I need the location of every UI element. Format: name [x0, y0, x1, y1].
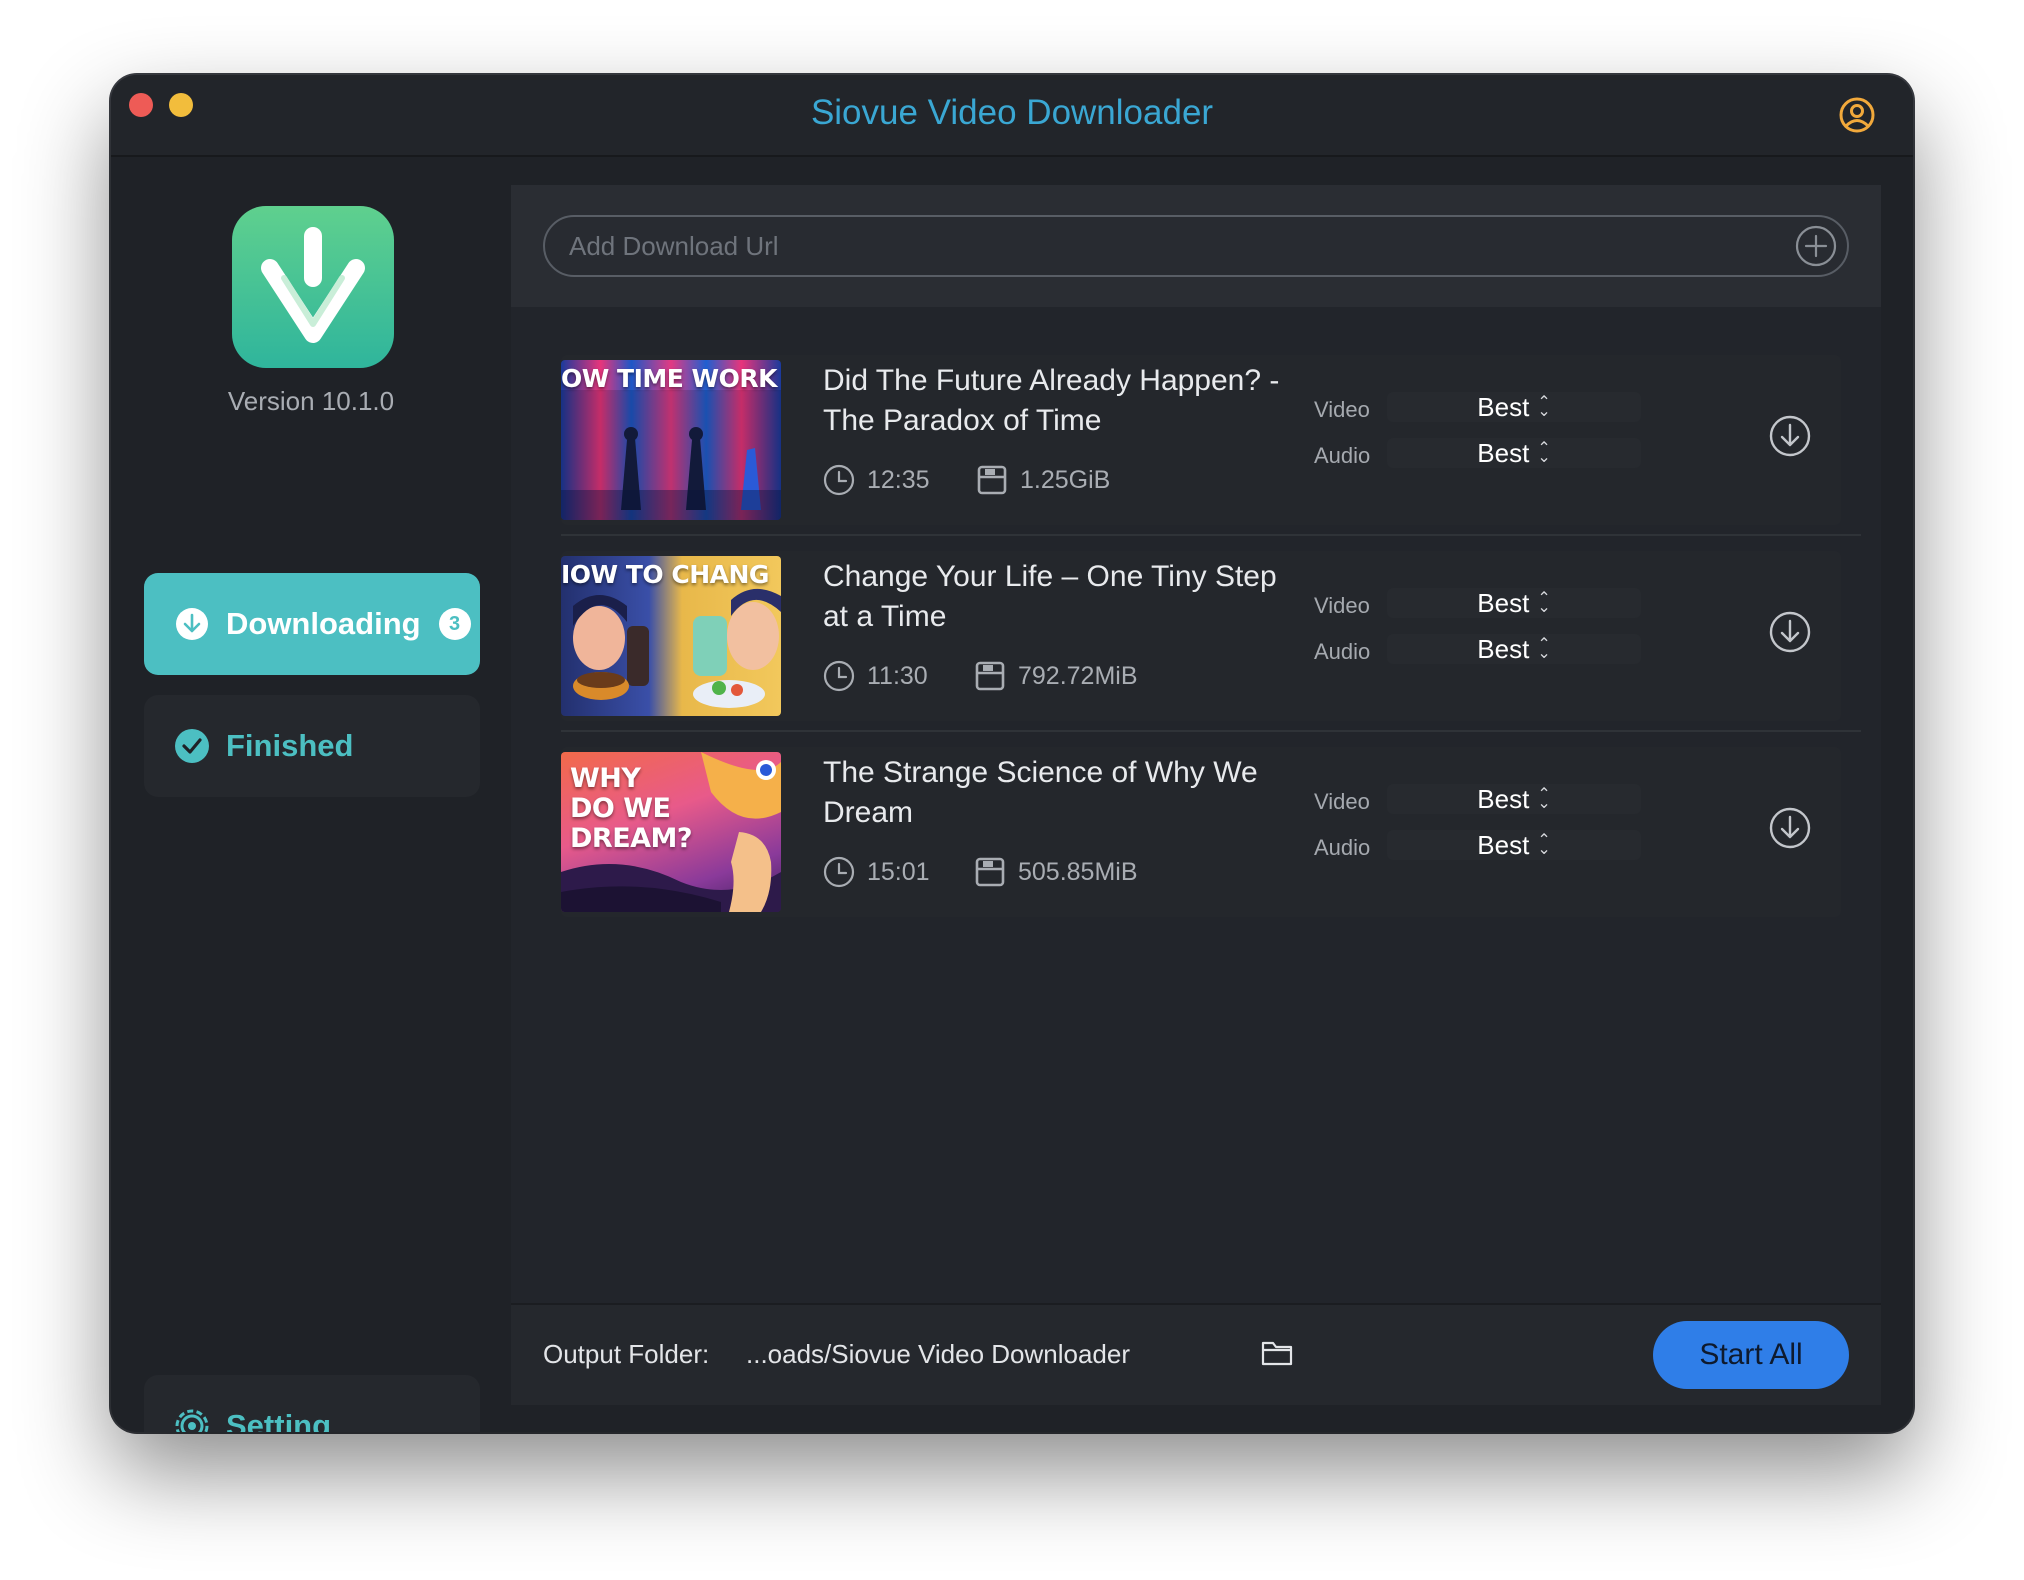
start-all-button[interactable]: Start All: [1653, 1321, 1849, 1389]
download-circle-icon: [1769, 415, 1811, 457]
app-logo: [232, 206, 394, 368]
thumbnail-caption: OW TIME WORK: [561, 364, 778, 393]
video-format-label: Video: [1314, 397, 1370, 422]
video-format-label: Video: [1314, 789, 1370, 814]
chevron-updown-icon: ⌃ ⌄: [1537, 636, 1551, 662]
duration-value: 12:35: [867, 465, 930, 494]
app-version: Version 10.1.0: [227, 386, 395, 416]
video-thumbnail: OW TIME WORK: [561, 360, 781, 520]
footer-bar: Output Folder: ...oads/Siovue Video Down…: [511, 1303, 1881, 1405]
disk-icon: [975, 857, 1005, 887]
video-thumbnail: WHY DO WE DREAM?: [561, 752, 781, 912]
download-circle-icon: [176, 608, 208, 640]
audio-quality-value: Best: [1477, 829, 1530, 860]
download-item-button[interactable]: [1768, 806, 1812, 850]
size-value: 505.85MiB: [1018, 857, 1138, 886]
disk-icon: [975, 661, 1005, 691]
audio-quality-select[interactable]: Best ⌃ ⌄: [1387, 830, 1641, 860]
thumbnail-caption: WHY DO WE DREAM?: [570, 763, 693, 854]
video-thumbnail: IOW TO CHANG: [561, 556, 781, 716]
video-quality-value: Best: [1477, 783, 1530, 814]
audio-quality-select[interactable]: Best ⌃ ⌄: [1387, 438, 1641, 468]
duration-value: 11:30: [867, 661, 928, 690]
video-title: The Strange Science of Why We Dream: [823, 756, 1258, 829]
clock-icon: [823, 464, 855, 496]
duration: 11:30: [823, 660, 928, 692]
download-item-button[interactable]: [1768, 610, 1812, 654]
downloading-count-badge: 3: [438, 608, 471, 640]
duration-value: 15:01: [867, 857, 930, 886]
file-size: 505.85MiB: [974, 856, 1138, 888]
video-title: Did The Future Already Happen? - The Par…: [823, 364, 1280, 437]
video-title: Change Your Life – One Tiny Step at a Ti…: [823, 560, 1277, 633]
audio-format-label: Audio: [1314, 835, 1371, 860]
video-quality-select[interactable]: Best ⌃ ⌄: [1387, 588, 1641, 618]
item-divider: [561, 730, 1861, 732]
disk-icon: [977, 465, 1007, 495]
audio-quality-value: Best: [1477, 633, 1530, 664]
item-divider: [561, 534, 1861, 536]
app-window: Siovue Video Downloader Version 10.1.0 D…: [111, 75, 1913, 1432]
video-quality-select[interactable]: Best ⌃ ⌄: [1387, 784, 1641, 814]
output-folder-path[interactable]: ...oads/Siovue Video Downloader: [746, 1339, 1130, 1370]
folder-icon: [1261, 1341, 1293, 1366]
download-item: IOW TO CHANG Change Your Life – One Tiny…: [561, 551, 1841, 721]
download-item-button[interactable]: [1768, 414, 1812, 458]
audio-format-label: Audio: [1314, 443, 1371, 468]
sidebar-item-downloading[interactable]: Downloading 3: [144, 573, 480, 675]
size-value: 1.25GiB: [1020, 465, 1111, 494]
sidebar-item-finished[interactable]: Finished: [144, 695, 480, 797]
video-quality-value: Best: [1477, 391, 1530, 422]
size-value: 792.72MiB: [1018, 661, 1138, 690]
file-size: 792.72MiB: [974, 660, 1138, 692]
download-item: WHY DO WE DREAM? The Strange Science of …: [561, 747, 1841, 917]
audio-quality-select[interactable]: Best ⌃ ⌄: [1387, 634, 1641, 664]
gear-icon: [175, 1409, 209, 1432]
video-quality-select[interactable]: Best ⌃ ⌄: [1387, 392, 1641, 422]
plus-circle-icon: [1795, 225, 1837, 267]
user-circle-icon: [1839, 97, 1875, 133]
video-quality-value: Best: [1477, 587, 1530, 618]
duration: 15:01: [823, 856, 930, 888]
duration: 12:35: [823, 464, 930, 496]
chevron-updown-icon: ⌃ ⌄: [1537, 786, 1551, 812]
file-size: 1.25GiB: [976, 464, 1110, 496]
sidebar-item-label: Downloading: [226, 606, 421, 641]
download-circle-icon: [1769, 611, 1811, 653]
url-bar-area: [511, 185, 1881, 307]
clock-icon: [823, 660, 855, 692]
title-bar: Siovue Video Downloader: [111, 75, 1913, 157]
download-arrow-logo-icon: [261, 227, 365, 343]
chevron-updown-icon: ⌃ ⌄: [1537, 394, 1551, 420]
download-item: OW TIME WORK Did The Future Already Happ…: [561, 355, 1841, 525]
sidebar-item-label: Finished: [226, 728, 354, 763]
account-button[interactable]: [1837, 95, 1877, 135]
download-circle-icon: [1769, 807, 1811, 849]
chevron-updown-icon: ⌃ ⌄: [1537, 440, 1551, 466]
choose-folder-button[interactable]: [1261, 1339, 1293, 1367]
clock-icon: [823, 856, 855, 888]
video-format-label: Video: [1314, 593, 1370, 618]
audio-quality-value: Best: [1477, 437, 1530, 468]
thumbnail-caption: IOW TO CHANG: [561, 560, 769, 589]
main-panel: OW TIME WORK Did The Future Already Happ…: [511, 185, 1881, 1405]
audio-format-label: Audio: [1314, 639, 1371, 664]
output-folder-label: Output Folder:: [543, 1339, 710, 1369]
sidebar-item-setting[interactable]: Setting: [144, 1375, 480, 1432]
window-title: Siovue Video Downloader: [810, 93, 1214, 132]
chevron-updown-icon: ⌃ ⌄: [1537, 590, 1551, 616]
sidebar-item-label: Setting: [226, 1408, 332, 1432]
check-circle-icon: [175, 729, 209, 763]
download-url-input[interactable]: [543, 215, 1849, 277]
chevron-updown-icon: ⌃ ⌄: [1537, 832, 1551, 858]
add-url-button[interactable]: [1794, 224, 1838, 268]
sidebar: Version 10.1.0 Downloading 3 Finished Se…: [111, 157, 511, 1432]
